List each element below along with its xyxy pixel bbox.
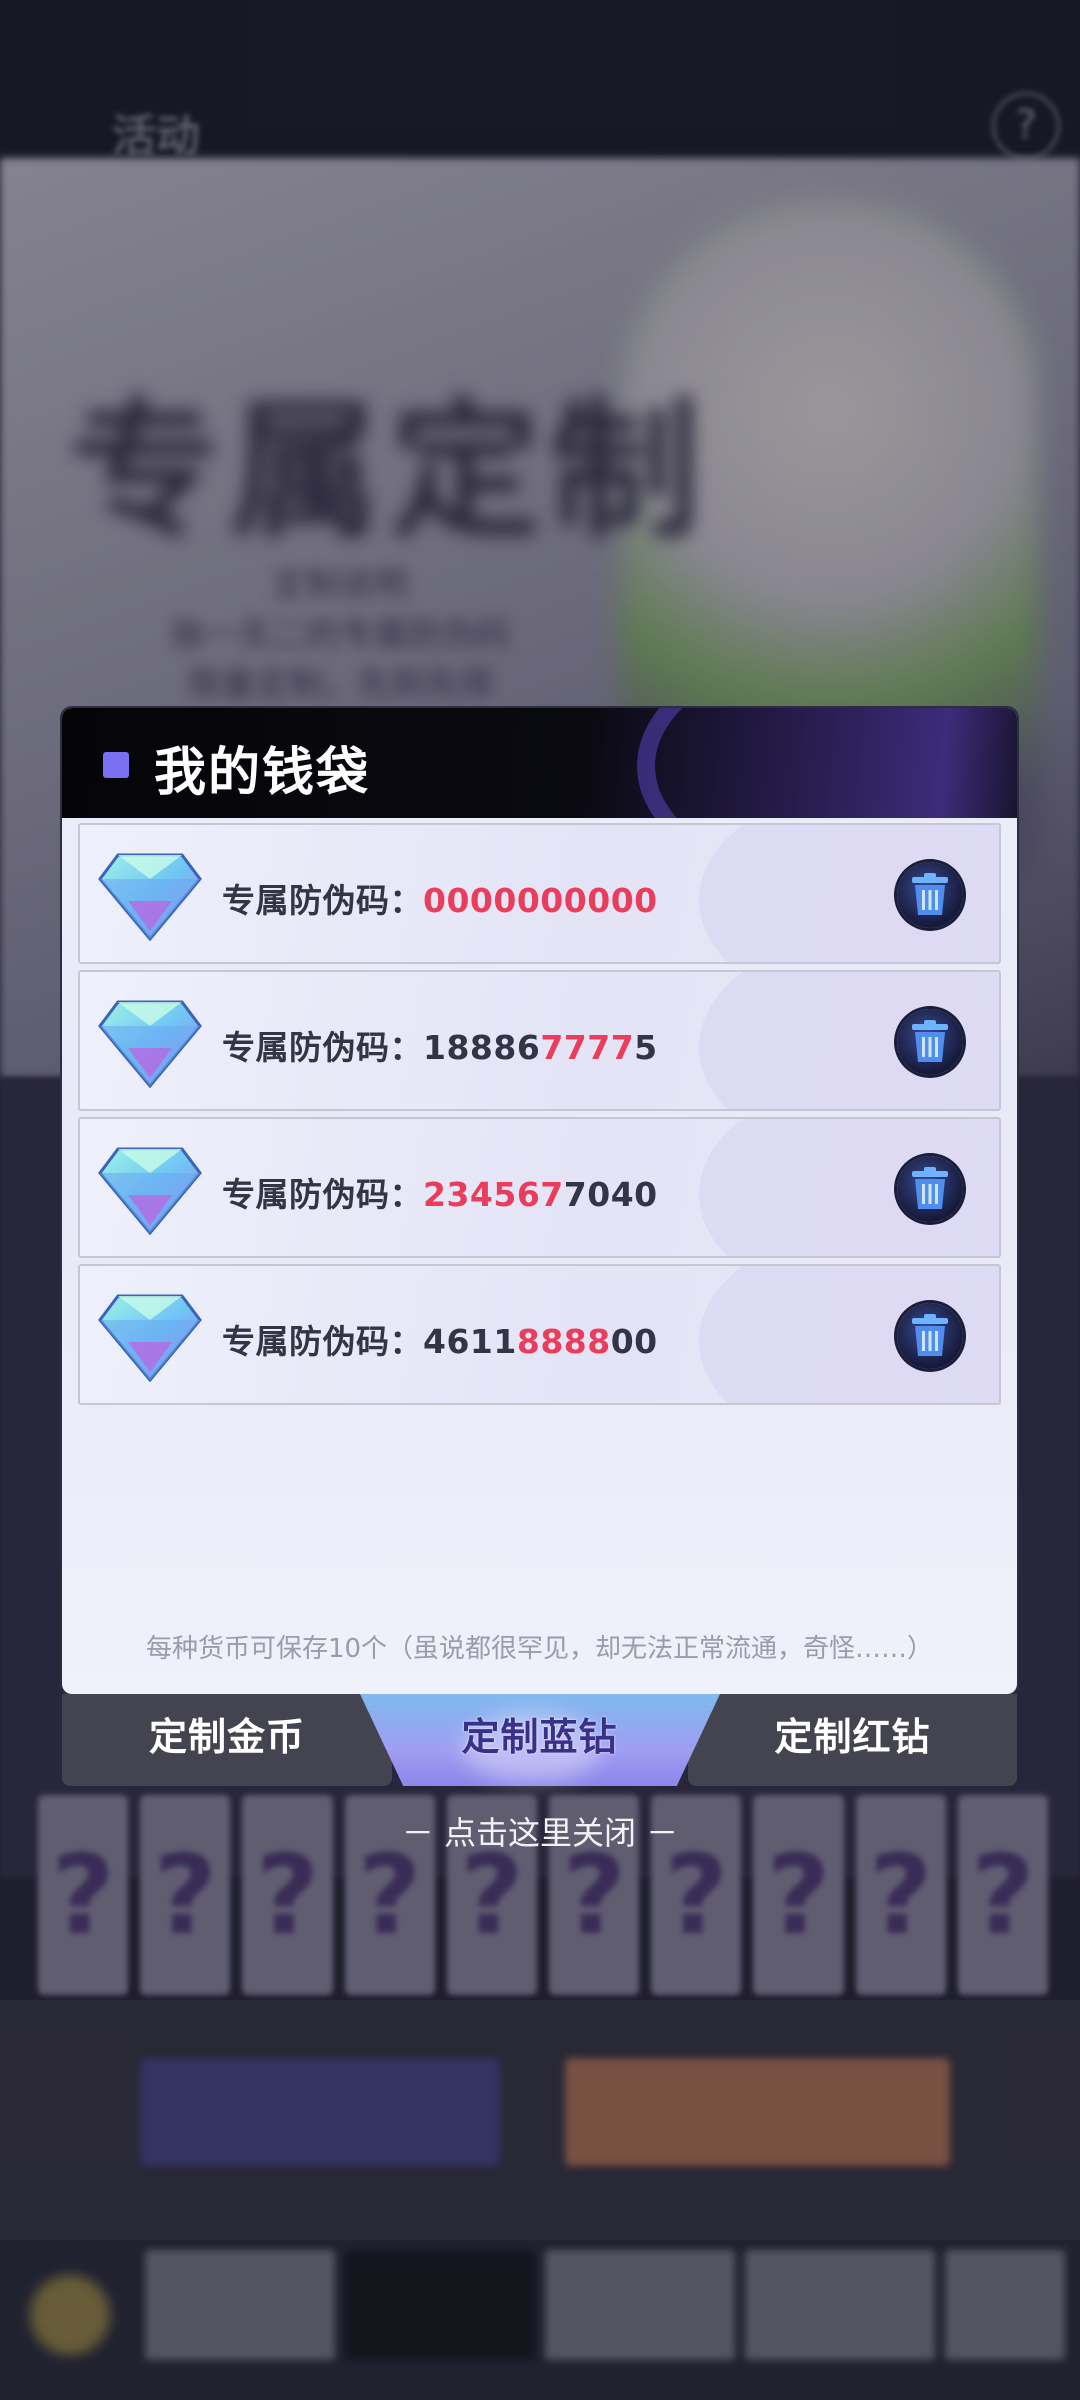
tab-custom-red-diamond[interactable]: 定制红钻 (688, 1694, 1017, 1786)
code-label: 专属防伪码： (222, 1028, 423, 1067)
anti-counterfeit-code: 专属防伪码：4611888800 (222, 1315, 658, 1363)
blue-diamond-icon (98, 1294, 202, 1382)
anti-counterfeit-code: 专属防伪码：0000000000 (222, 874, 658, 922)
wallet-dialog: 我的钱袋 专属防伪码：0000000000 专属防伪码：1888677775 专… (62, 708, 1017, 1694)
delete-button[interactable] (897, 1303, 963, 1369)
blue-diamond-icon (98, 1000, 202, 1088)
blue-diamond-icon (98, 853, 202, 941)
code-prefix: 18886 (423, 1028, 541, 1067)
code-row: 专属防伪码：2345677040 (78, 1117, 1001, 1258)
header-decoration (597, 708, 1017, 818)
code-suffix: 7040 (563, 1175, 658, 1214)
blue-diamond-icon (98, 1147, 202, 1235)
trash-icon (912, 873, 948, 915)
wallet-capacity-note: 每种货币可保存10个（虽说都很罕见，却无法正常流通，奇怪……） (145, 1634, 934, 1664)
tab-custom-blue-diamond[interactable]: 定制蓝钻 (362, 1694, 717, 1786)
delete-button[interactable] (897, 1009, 963, 1075)
delete-button[interactable] (897, 862, 963, 928)
code-label: 专属防伪码： (222, 1175, 423, 1214)
code-row: 专属防伪码：4611888800 (78, 1264, 1001, 1405)
code-highlight: 8888 (516, 1322, 611, 1361)
tab-custom-gold[interactable]: 定制金币 (62, 1694, 392, 1786)
anti-counterfeit-code: 专属防伪码：1888677775 (222, 1021, 658, 1069)
trash-icon (912, 1167, 948, 1209)
code-suffix: 5 (634, 1028, 658, 1067)
code-label: 专属防伪码： (222, 1322, 423, 1361)
code-highlight: 7777 (540, 1028, 635, 1067)
code-row: 专属防伪码：0000000000 (78, 823, 1001, 964)
code-label: 专属防伪码： (222, 881, 423, 920)
trash-icon (912, 1020, 948, 1062)
dialog-header: 我的钱袋 (62, 708, 1017, 818)
code-row: 专属防伪码：1888677775 (78, 970, 1001, 1111)
currency-tabs: 定制金币 定制红钻 定制蓝钻 (62, 1694, 1017, 1786)
code-highlight: 0000000000 (423, 881, 658, 920)
trash-icon (912, 1314, 948, 1356)
dialog-title: 我的钱袋 (154, 742, 371, 803)
code-highlight: 234567 (423, 1175, 564, 1214)
anti-counterfeit-code: 专属防伪码：2345677040 (222, 1168, 658, 1216)
delete-button[interactable] (897, 1156, 963, 1222)
code-suffix: 00 (610, 1322, 658, 1361)
code-prefix: 4611 (423, 1322, 517, 1361)
close-dialog-button[interactable]: － 点击这里关闭 － (0, 1808, 1080, 1854)
title-marker-icon (103, 752, 129, 778)
code-list: 专属防伪码：0000000000 专属防伪码：1888677775 专属防伪码：… (78, 823, 1001, 1411)
